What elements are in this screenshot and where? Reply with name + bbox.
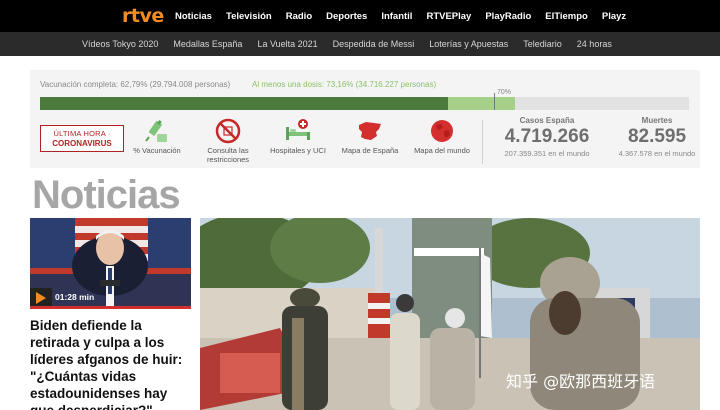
globe-icon — [431, 120, 453, 142]
topics-menu: Vídeos Tokyo 2020 Medallas España La Vue… — [82, 32, 627, 56]
subnav-item-telediario[interactable]: Telediario — [523, 39, 562, 49]
nav-item-rtveplay[interactable]: RTVEPlay — [426, 11, 471, 22]
subnav-item-medallas[interactable]: Medallas España — [173, 39, 242, 49]
rtve-logo[interactable]: rtve — [122, 5, 164, 27]
video-duration: 01:28 min — [55, 292, 95, 302]
spain-map-icon — [359, 122, 381, 140]
tool-label: % Vacunación — [133, 146, 181, 155]
panel-divider — [482, 120, 483, 164]
hospital-bed-icon — [286, 119, 310, 140]
subnav-item-24-horas[interactable]: 24 horas — [577, 39, 612, 49]
breaking-line-1: ÚLTIMA HORA · — [53, 129, 111, 138]
tool-mapa-mundo[interactable]: Mapa del mundo — [412, 118, 472, 155]
complete-fill — [40, 97, 448, 110]
top-navigation-bar: rtve Noticias Televisión Radio Deportes … — [0, 0, 720, 32]
nav-item-radio[interactable]: Radio — [286, 11, 312, 22]
nav-item-television[interactable]: Televisión — [226, 11, 272, 22]
tool-label: Consulta las restricciones — [206, 146, 250, 164]
subnav-item-videos-tokyo[interactable]: Vídeos Tokyo 2020 — [82, 39, 158, 49]
nav-item-eltiempo[interactable]: ElTiempo — [545, 11, 588, 22]
vaccination-one-dose-label: Al menos una dosis: 73,16% (34.716.227 p… — [252, 80, 437, 89]
cases-value: 4.719.266 — [504, 126, 590, 147]
cases-stat[interactable]: Casos España 4.719.266 207.359.351 en el… — [496, 116, 598, 158]
main-menu: Noticias Televisión Radio Deportes Infan… — [175, 0, 640, 32]
cases-title: Casos España — [519, 116, 575, 125]
nav-item-infantil[interactable]: Infantil — [381, 11, 412, 22]
vaccination-progress-bar — [40, 93, 689, 110]
tool-restricciones[interactable]: Consulta las restricciones — [198, 118, 258, 164]
breaking-line-2: CORONAVIRUS — [52, 139, 112, 148]
vaccination-target-label: 70% — [497, 89, 512, 96]
tool-label: Mapa de España — [341, 146, 399, 155]
nav-item-noticias[interactable]: Noticias — [175, 11, 212, 22]
secondary-navigation-bar: Vídeos Tokyo 2020 Medallas España La Vue… — [0, 32, 720, 56]
prohibited-icon — [215, 118, 241, 144]
tool-mapa-espana[interactable]: Mapa de España — [340, 118, 400, 155]
breaking-news-coronavirus-button[interactable]: ÚLTIMA HORA · CORONAVIRUS — [40, 125, 124, 152]
cases-world: 207.359.351 en el mundo — [504, 149, 590, 158]
featured-story-title[interactable]: Biden defiende la retirada y culpa a los… — [30, 317, 195, 410]
nav-item-playradio[interactable]: PlayRadio — [485, 11, 531, 22]
tool-hospitales[interactable]: Hospitales y UCI — [268, 118, 328, 155]
tool-label: Hospitales y UCI — [270, 146, 326, 155]
deaths-value: 82.595 — [627, 126, 687, 147]
vaccination-complete-label: Vacunación completa: 62,79% (29.794.008 … — [40, 80, 231, 89]
nav-item-deportes[interactable]: Deportes — [326, 11, 367, 22]
target-marker — [494, 93, 496, 110]
deaths-world: 4.367.578 en el mundo — [618, 149, 696, 158]
play-icon[interactable] — [36, 292, 46, 304]
section-heading: Noticias — [32, 173, 181, 217]
deaths-title: Muertes — [641, 116, 673, 125]
tool-vacunacion[interactable]: % Vacunación — [127, 118, 187, 155]
tool-label: Mapa del mundo — [414, 146, 470, 155]
subnav-item-loterias[interactable]: Loterías y Apuestas — [429, 39, 508, 49]
nav-item-playz[interactable]: Playz — [602, 11, 626, 22]
watermark-text: 知乎 @欧那西班牙语 — [506, 372, 656, 391]
syringe-icon — [145, 120, 167, 142]
subnav-item-la-vuelta[interactable]: La Vuelta 2021 — [257, 39, 317, 49]
video-accent-bar — [30, 306, 191, 309]
deaths-stat[interactable]: Muertes 82.595 4.367.578 en el mundo — [612, 116, 702, 158]
subnav-item-messi[interactable]: Despedida de Messi — [333, 39, 415, 49]
